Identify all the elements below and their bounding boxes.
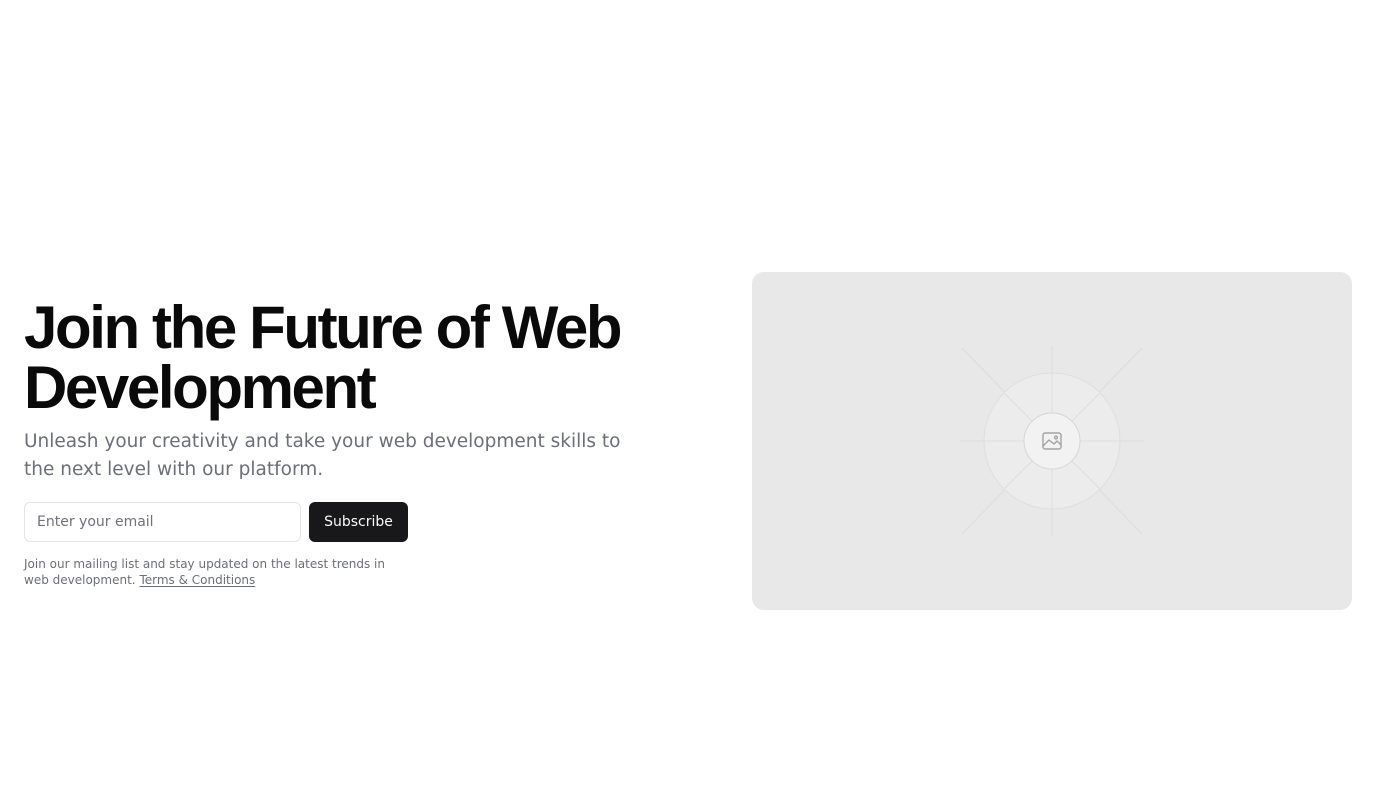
hero-subtitle: Unleash your creativity and take your we… <box>24 431 621 480</box>
email-input[interactable] <box>24 502 301 542</box>
signup-fine-print: Join our mailing list and stay updated o… <box>24 556 408 588</box>
terms-link[interactable]: Terms & Conditions <box>139 573 255 587</box>
hero-image-placeholder <box>752 272 1352 610</box>
signup-form: Subscribe <box>24 502 408 542</box>
page: Join the Future of Web Development Unlea… <box>0 0 1376 802</box>
image-placeholder-graphic <box>960 346 1144 536</box>
hero-content: Join the Future of Web Development Unlea… <box>24 298 644 588</box>
subscribe-button[interactable]: Subscribe <box>309 502 408 542</box>
hero-title: Join the Future of Web Development <box>24 294 622 421</box>
